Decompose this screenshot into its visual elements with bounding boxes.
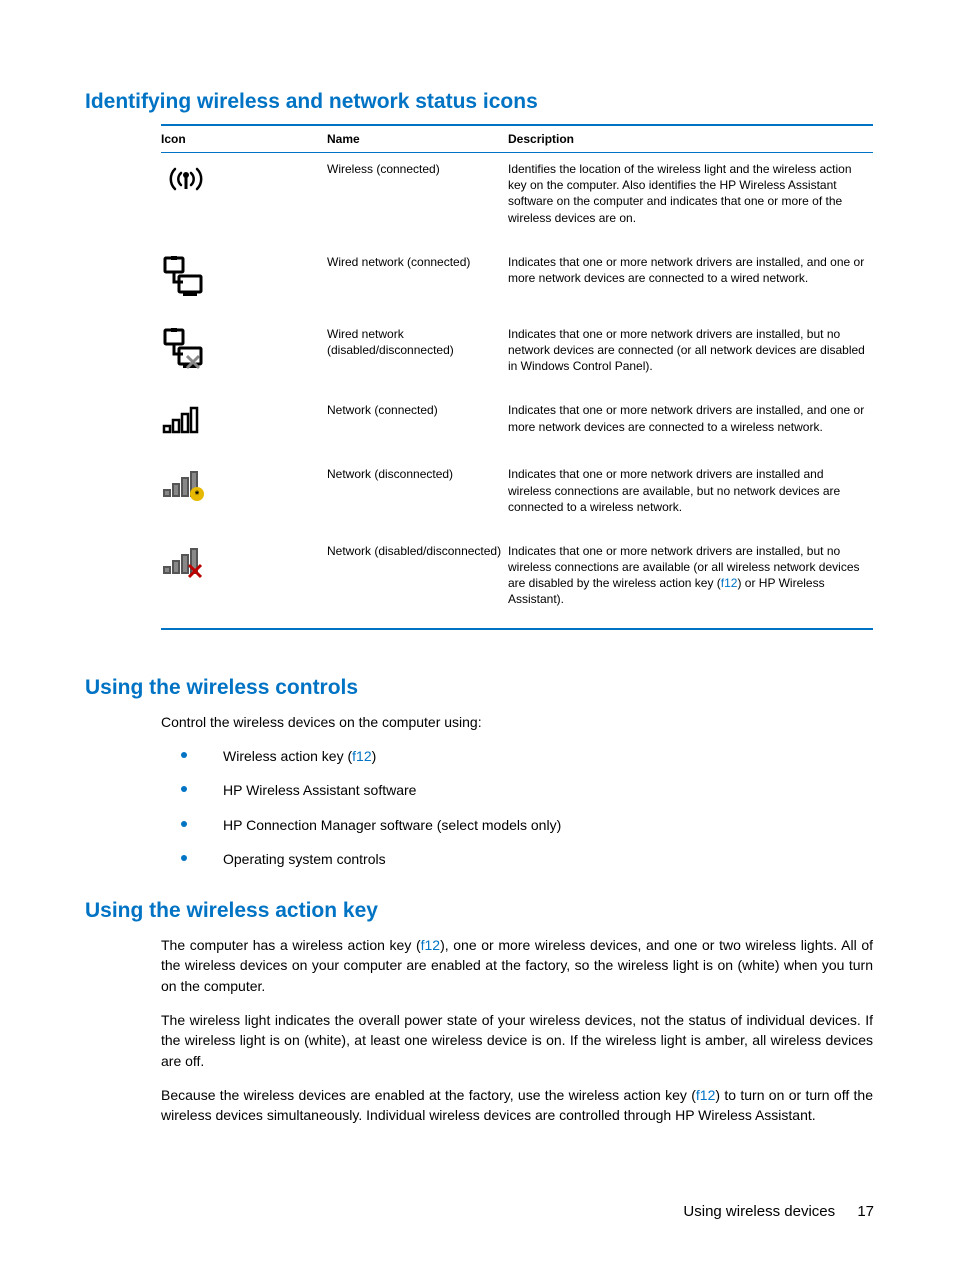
footer-text: Using wireless devices: [683, 1203, 835, 1220]
list-item: Wireless action key (f12): [161, 746, 873, 766]
wireless-connected-icon: [161, 161, 211, 197]
network-connected-icon: [161, 402, 205, 438]
col-name: Name: [327, 125, 508, 153]
network-disabled-icon: [161, 543, 205, 579]
list-item: Operating system controls: [161, 849, 873, 869]
table-row: Wireless (connected) Identifies the loca…: [161, 153, 873, 246]
network-disconnected-icon: *: [161, 466, 205, 502]
row-desc: Indicates that one or more network drive…: [508, 535, 873, 629]
row-desc: Indicates that one or more network drive…: [508, 458, 873, 535]
table-row: Network (disabled/disconnected) Indicate…: [161, 535, 873, 629]
svg-text:*: *: [195, 489, 200, 501]
controls-intro: Control the wireless devices on the comp…: [161, 712, 873, 732]
row-name: Network (disabled/disconnected): [327, 535, 508, 629]
list-item: HP Connection Manager software (select m…: [161, 815, 873, 835]
body-paragraph: The computer has a wireless action key (…: [161, 935, 873, 996]
row-desc: Identifies the location of the wireless …: [508, 153, 873, 246]
row-name: Wireless (connected): [327, 153, 508, 246]
wired-network-disabled-icon: [161, 326, 205, 370]
row-name: Network (connected): [327, 394, 508, 458]
row-name: Wired network (connected): [327, 246, 508, 318]
body-paragraph: Because the wireless devices are enabled…: [161, 1085, 873, 1126]
row-desc: Indicates that one or more network drive…: [508, 246, 873, 318]
heading-using-wireless-controls: Using the wireless controls: [85, 676, 874, 700]
f12-link[interactable]: f12: [696, 1087, 715, 1103]
row-name: Wired network (disabled/disconnected): [327, 318, 508, 395]
table-row: Network (connected) Indicates that one o…: [161, 394, 873, 458]
f12-link[interactable]: f12: [352, 748, 371, 764]
col-icon: Icon: [161, 125, 327, 153]
list-item: HP Wireless Assistant software: [161, 780, 873, 800]
row-name: Network (disconnected): [327, 458, 508, 535]
f12-link[interactable]: f12: [421, 937, 440, 953]
page-footer: Using wireless devices 17: [683, 1203, 874, 1220]
table-row: * Network (disconnected) Indicates that …: [161, 458, 873, 535]
col-desc: Description: [508, 125, 873, 153]
status-icons-table: Icon Name Description: [161, 124, 873, 630]
heading-identifying-icons: Identifying wireless and network status …: [85, 90, 874, 114]
row-desc: Indicates that one or more network drive…: [508, 394, 873, 458]
heading-using-wireless-action-key: Using the wireless action key: [85, 899, 874, 923]
table-row: Wired network (disabled/disconnected) In…: [161, 318, 873, 395]
page-number: 17: [857, 1203, 874, 1220]
wired-network-connected-icon: [161, 254, 205, 298]
row-desc: Indicates that one or more network drive…: [508, 318, 873, 395]
table-row: Wired network (connected) Indicates that…: [161, 246, 873, 318]
body-paragraph: The wireless light indicates the overall…: [161, 1010, 873, 1071]
f12-link[interactable]: f12: [721, 576, 738, 590]
